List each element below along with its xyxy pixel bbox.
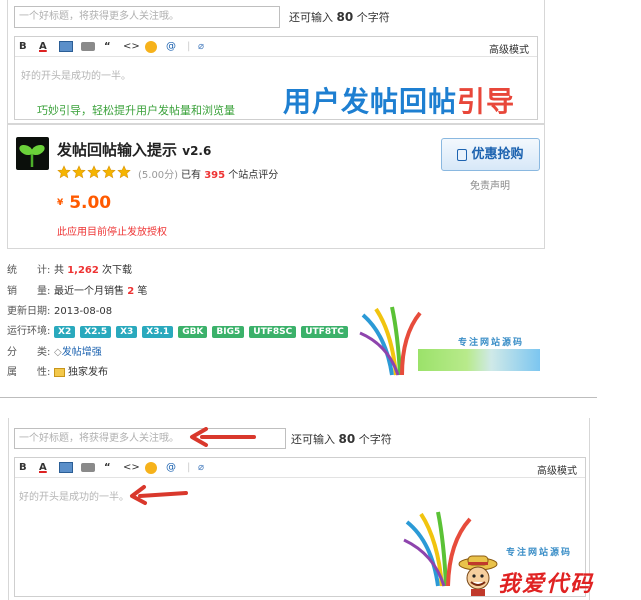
env-tag: X3 — [116, 326, 138, 338]
char-remaining-preview: 还可输入 80 个字符 — [291, 432, 392, 446]
at-icon[interactable]: @ — [166, 461, 176, 475]
env-tag: X2 — [54, 326, 76, 338]
link-icon[interactable] — [81, 463, 95, 472]
attachment-icon[interactable]: ⌀ — [198, 461, 204, 475]
env-tag: GBK — [178, 326, 208, 338]
code-icon[interactable]: <> — [123, 40, 140, 54]
license-notice: 此应用目前停止发放授权 — [57, 227, 167, 238]
env-tag: BIG5 — [212, 326, 245, 338]
code-icon[interactable]: <> — [123, 461, 140, 475]
download-icon — [457, 148, 468, 161]
image-icon[interactable] — [59, 462, 73, 473]
section-divider — [0, 397, 597, 398]
env-tag: UTF8TC — [301, 326, 348, 338]
exclusive-icon — [54, 367, 65, 377]
title-input[interactable]: 一个好标题，将获得更多人关注哦。 — [14, 6, 280, 28]
at-icon[interactable]: @ — [166, 40, 176, 54]
brand-text-bottom: 专注网站源码 — [506, 548, 573, 558]
product-price: ¥ 5.00 — [57, 193, 112, 213]
link-icon[interactable] — [81, 42, 95, 51]
quote-icon[interactable]: “ — [104, 461, 111, 475]
category-row: 分 类: ◇发帖增强 — [7, 347, 102, 358]
disclaimer-link[interactable]: 免责声明 — [470, 177, 510, 192]
smiley-icon[interactable] — [145, 462, 157, 474]
font-color-icon[interactable]: A — [39, 461, 47, 475]
rating-score: (5.00分) — [138, 170, 179, 181]
product-card: 发帖回帖输入提示 v2.6 (5.00分) 已有 395 个站点评分 ¥ 5.0… — [7, 124, 545, 249]
editor-toolbar: B A “ <> @ | ⌀ 高级模式 — [15, 37, 537, 57]
stats-row: 统 计: 共 1,262 次下载 — [7, 265, 133, 276]
promo-slogan: 巧妙引导，轻松提升用户发帖量和浏览量 — [37, 104, 235, 117]
env-tag: X2.5 — [80, 326, 112, 338]
star-rating — [57, 165, 135, 179]
attribute-row: 属 性: 独家发布 — [7, 367, 108, 378]
attachment-icon[interactable]: ⌀ — [198, 40, 204, 54]
quote-icon[interactable]: “ — [104, 40, 111, 54]
post-editor[interactable]: B A “ <> @ | ⌀ 高级模式 好的开头是成功的一半。 巧妙引导，轻松提… — [14, 36, 538, 120]
category-link[interactable]: 发帖增强 — [62, 347, 102, 358]
app-logo — [16, 137, 49, 170]
brand-logo-mark — [358, 305, 428, 383]
sales-row: 销 量: 最近一个月销售 2 笔 — [7, 286, 148, 297]
rating-count: 已有 395 个站点评分 — [181, 170, 279, 181]
advanced-mode-link[interactable]: 高级模式 — [537, 462, 577, 477]
toolbar-divider: | — [187, 462, 191, 473]
updated-row: 更新日期: 2013-08-08 — [7, 306, 113, 317]
buy-button[interactable]: 优惠抢购 — [441, 138, 540, 171]
char-remaining: 还可输入 80 个字符 — [289, 10, 390, 24]
product-title: 发帖回帖输入提示 v2.6 — [57, 141, 212, 159]
arrow-title-icon — [190, 427, 256, 447]
env-row: 运行环境: X2 X2.5 X3 X3.1 GBK BIG5 UTF8SC UTF8TC — [7, 322, 353, 338]
bold-icon[interactable]: B — [19, 40, 27, 54]
blurred-watermark — [418, 349, 540, 371]
toolbar-divider: | — [187, 41, 191, 52]
body-placeholder: 好的开头是成功的一半。 — [21, 71, 131, 82]
arrow-body-icon — [130, 485, 188, 505]
font-color-icon[interactable]: A — [39, 40, 47, 54]
brand-text: 专注网站源码 — [458, 338, 525, 348]
promo-headline: 用户发帖回帖引导 — [283, 85, 516, 118]
site-watermark: 我爱代码 — [498, 572, 595, 597]
pirate-avatar-icon — [458, 552, 498, 596]
smiley-icon[interactable] — [145, 41, 157, 53]
env-tag: X3.1 — [142, 326, 174, 338]
env-tag: UTF8SC — [249, 326, 297, 338]
body-placeholder-preview: 好的开头是成功的一半。 — [19, 492, 129, 503]
advanced-mode-link[interactable]: 高级模式 — [489, 41, 529, 56]
tag-icon: ◇ — [54, 347, 62, 358]
editor-toolbar-preview: B A “ <> @ | ⌀ 高级模式 — [15, 458, 585, 478]
bold-icon[interactable]: B — [19, 461, 27, 475]
image-icon[interactable] — [59, 41, 73, 52]
